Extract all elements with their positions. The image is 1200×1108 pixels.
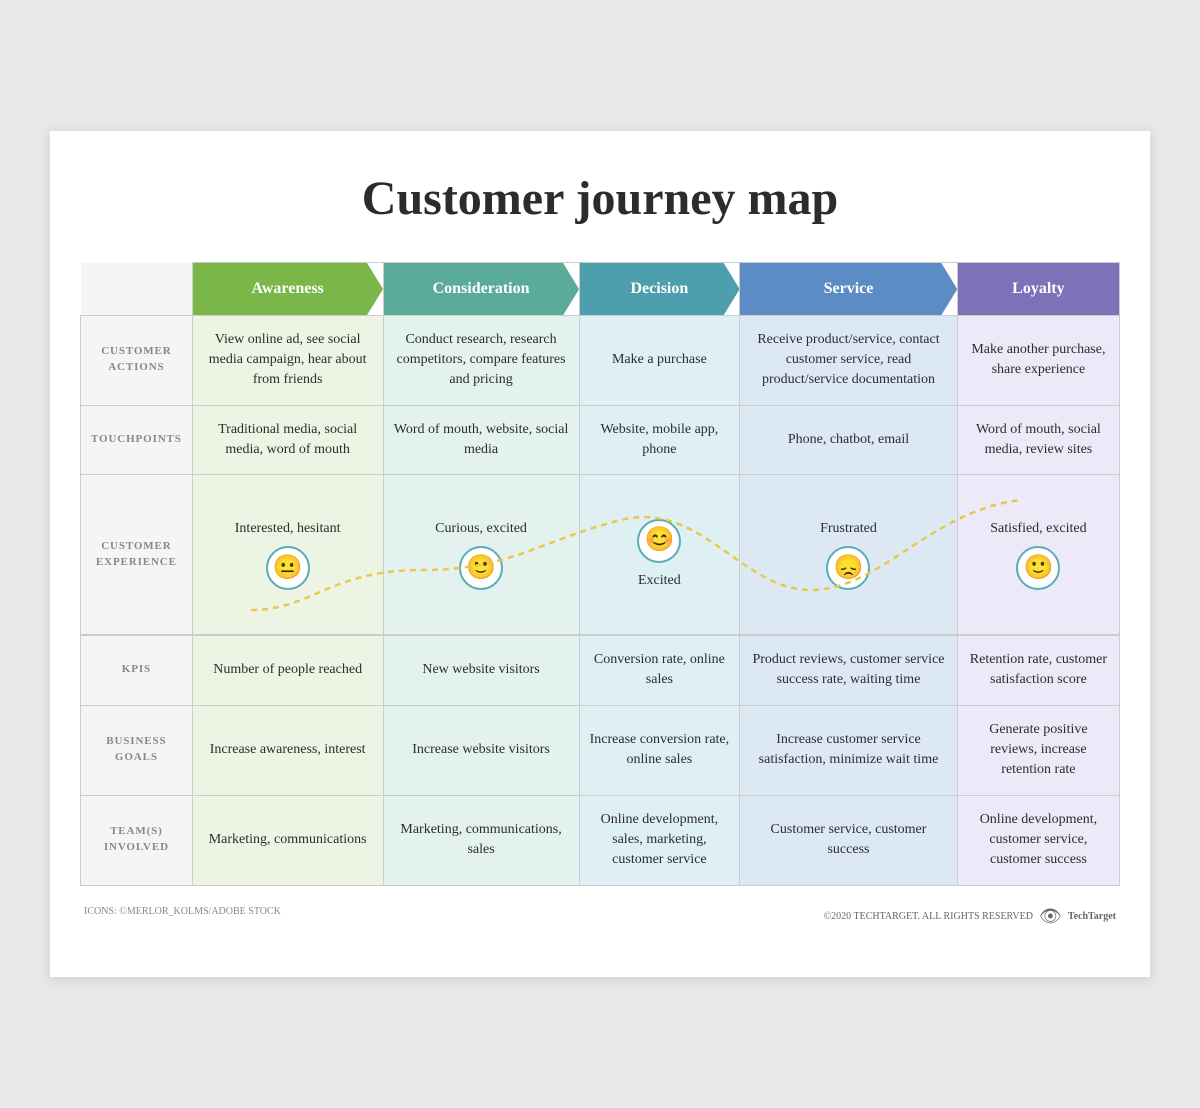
stage-loyalty: Loyalty bbox=[957, 263, 1119, 315]
row-customer-experience: CUSTOMER EXPERIENCEInterested, hesitant😐… bbox=[81, 475, 1120, 635]
cell-customer-actions-2: Make a purchase bbox=[579, 315, 740, 405]
row-label-business-goals: BUSINESS GOALS bbox=[81, 705, 193, 795]
cell-touchpoints-3: Phone, chatbot, email bbox=[740, 405, 958, 475]
cell-touchpoints-4: Word of mouth, social media, review site… bbox=[957, 405, 1119, 475]
cell-kpis-1: New website visitors bbox=[383, 636, 579, 706]
stage-header-row: Awareness Consideration Decision Service… bbox=[81, 263, 1120, 315]
footer: ICONS: ©MERLOR_KOLMS/ADOBE STOCK ©2020 T… bbox=[80, 906, 1120, 927]
cell-business-goals-3: Increase customer service satisfaction, … bbox=[740, 705, 958, 795]
cell-customer-experience-0: Interested, hesitant😐 bbox=[192, 475, 383, 635]
cell-customer-experience-4: Satisfied, excited🙂 bbox=[957, 475, 1119, 635]
cell-customer-actions-4: Make another purchase, share experience bbox=[957, 315, 1119, 405]
footer-right: ©2020 TECHTARGET. ALL RIGHTS RESERVED bbox=[824, 911, 1033, 922]
cell-business-goals-4: Generate positive reviews, increase rete… bbox=[957, 705, 1119, 795]
cell-customer-experience-2: 😊Excited bbox=[579, 475, 740, 635]
row-kpis: KPISNumber of people reachedNew website … bbox=[81, 636, 1120, 706]
cell-touchpoints-1: Word of mouth, website, social media bbox=[383, 405, 579, 475]
techtarget-icon: 👁 bbox=[1039, 906, 1062, 927]
stage-label-header bbox=[81, 263, 193, 315]
row-customer-actions: CUSTOMER ACTIONSView online ad, see soci… bbox=[81, 315, 1120, 405]
cell-customer-experience-3: Frustrated😞 bbox=[740, 475, 958, 635]
cell-kpis-4: Retention rate, customer satisfaction sc… bbox=[957, 636, 1119, 706]
stage-awareness: Awareness bbox=[192, 263, 383, 315]
stage-consideration: Consideration bbox=[383, 263, 579, 315]
stage-decision: Decision bbox=[579, 263, 740, 315]
row-label-teams-involved: TEAM(S) INVOLVED bbox=[81, 795, 193, 885]
cell-teams-involved-2: Online development, sales, marketing, cu… bbox=[579, 795, 740, 885]
cell-business-goals-0: Increase awareness, interest bbox=[192, 705, 383, 795]
row-business-goals: BUSINESS GOALSIncrease awareness, intere… bbox=[81, 705, 1120, 795]
row-teams-involved: TEAM(S) INVOLVEDMarketing, communication… bbox=[81, 795, 1120, 885]
cell-touchpoints-0: Traditional media, social media, word of… bbox=[192, 405, 383, 475]
techtarget-logo: ©2020 TECHTARGET. ALL RIGHTS RESERVED 👁 … bbox=[824, 906, 1116, 927]
row-label-kpis: KPIS bbox=[81, 636, 193, 706]
cell-teams-involved-3: Customer service, customer success bbox=[740, 795, 958, 885]
cell-kpis-0: Number of people reached bbox=[192, 636, 383, 706]
row-label-customer-actions: CUSTOMER ACTIONS bbox=[81, 315, 193, 405]
row-label-touchpoints: TOUCHPOINTS bbox=[81, 405, 193, 475]
cell-customer-experience-1: Curious, excited🙂 bbox=[383, 475, 579, 635]
row-touchpoints: TOUCHPOINTSTraditional media, social med… bbox=[81, 405, 1120, 475]
cell-business-goals-2: Increase conversion rate, online sales bbox=[579, 705, 740, 795]
stage-service: Service bbox=[740, 263, 958, 315]
cell-customer-actions-3: Receive product/service, contact custome… bbox=[740, 315, 958, 405]
footer-left: ICONS: ©MERLOR_KOLMS/ADOBE STOCK bbox=[84, 906, 281, 927]
cell-customer-actions-0: View online ad, see social media campaig… bbox=[192, 315, 383, 405]
cell-touchpoints-2: Website, mobile app, phone bbox=[579, 405, 740, 475]
cell-kpis-3: Product reviews, customer service succes… bbox=[740, 636, 958, 706]
cell-teams-involved-0: Marketing, communications bbox=[192, 795, 383, 885]
cell-kpis-2: Conversion rate, online sales bbox=[579, 636, 740, 706]
main-card: Customer journey map Awareness Considera… bbox=[50, 131, 1150, 976]
journey-line-row bbox=[81, 635, 1120, 636]
cell-teams-involved-4: Online development, customer service, cu… bbox=[957, 795, 1119, 885]
cell-customer-actions-1: Conduct research, research competitors, … bbox=[383, 315, 579, 405]
page-title: Customer journey map bbox=[80, 171, 1120, 226]
cell-teams-involved-1: Marketing, communications, sales bbox=[383, 795, 579, 885]
row-label-customer-experience: CUSTOMER EXPERIENCE bbox=[81, 475, 193, 635]
journey-map-table: Awareness Consideration Decision Service… bbox=[80, 262, 1120, 885]
cell-business-goals-1: Increase website visitors bbox=[383, 705, 579, 795]
brand-name: TechTarget bbox=[1068, 911, 1116, 922]
